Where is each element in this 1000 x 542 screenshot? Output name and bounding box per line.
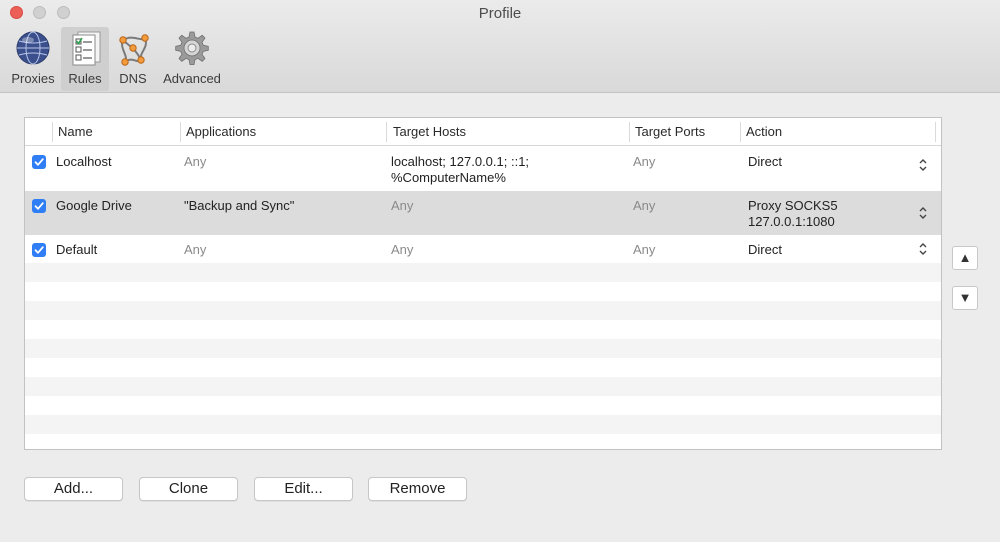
cell-applications: Any <box>184 154 207 169</box>
rules-table[interactable]: Name Applications Target Hosts Target Po… <box>24 117 942 450</box>
host-line: %ComputerName% <box>391 170 506 185</box>
column-header-applications[interactable]: Applications <box>186 124 256 139</box>
checklist-icon <box>72 31 101 66</box>
cell-action[interactable]: Direct <box>748 154 782 170</box>
empty-row <box>25 339 941 358</box>
table-row[interactable]: Localhost Any localhost; 127.0.0.1; ::1;… <box>25 147 941 191</box>
empty-row <box>25 320 941 339</box>
rule-enabled-checkbox[interactable] <box>32 155 46 169</box>
empty-row <box>25 263 941 282</box>
cell-target-ports: Any <box>633 198 656 213</box>
gear-icon <box>175 31 209 65</box>
column-header-target-hosts[interactable]: Target Hosts <box>393 124 466 139</box>
toolbar-tab-proxies[interactable]: Proxies <box>6 27 60 91</box>
cell-applications: Any <box>184 242 207 257</box>
cell-target-hosts: Any <box>391 198 414 213</box>
move-up-button[interactable]: ▲ <box>952 246 978 270</box>
column-separator[interactable] <box>740 122 741 142</box>
cell-target-ports: Any <box>633 154 656 169</box>
toolbar-label-dns: DNS <box>119 71 147 86</box>
rule-enabled-checkbox[interactable] <box>32 243 46 257</box>
column-separator[interactable] <box>935 122 936 142</box>
cell-name: Google Drive <box>56 198 132 213</box>
checkmark-icon <box>34 246 44 254</box>
move-down-button[interactable]: ▼ <box>952 286 978 310</box>
clone-button[interactable]: Clone <box>139 477 238 501</box>
checkmark-icon <box>34 158 44 166</box>
table-header: Name Applications Target Hosts Target Po… <box>25 118 941 146</box>
action-line: Proxy SOCKS5 <box>748 198 838 213</box>
toolbar-tab-advanced[interactable]: Advanced <box>158 27 226 91</box>
network-nodes-icon <box>119 34 149 66</box>
cell-target-hosts: localhost; 127.0.0.1; ::1; %ComputerName… <box>391 154 529 186</box>
toolbar-tab-rules[interactable]: Rules <box>61 27 109 91</box>
column-header-action[interactable]: Action <box>746 124 782 139</box>
empty-row <box>25 415 941 434</box>
toolbar-label-advanced: Advanced <box>163 71 221 86</box>
table-row[interactable]: Default Any Any Any Direct <box>25 235 941 263</box>
window-title: Profile <box>478 5 522 22</box>
chevron-updown-icon[interactable] <box>917 241 929 257</box>
column-separator[interactable] <box>386 122 387 142</box>
cell-name: Localhost <box>56 154 112 169</box>
empty-row <box>25 358 941 377</box>
checkmark-icon <box>34 202 44 210</box>
cell-target-ports: Any <box>633 242 656 257</box>
chevron-updown-icon[interactable] <box>917 157 929 173</box>
empty-row <box>25 434 941 449</box>
column-header-name[interactable]: Name <box>58 124 93 139</box>
empty-row <box>25 282 941 301</box>
remove-button[interactable]: Remove <box>368 477 467 501</box>
title-bar: Profile Proxies Rules DNS Advanced <box>0 0 1000 93</box>
column-separator[interactable] <box>629 122 630 142</box>
empty-row <box>25 301 941 320</box>
toolbar-label-proxies: Proxies <box>11 71 55 86</box>
cell-applications: "Backup and Sync" <box>184 198 295 213</box>
cell-action[interactable]: Proxy SOCKS5 127.0.0.1:1080 <box>748 198 838 230</box>
up-arrow-icon: ▲ <box>958 250 972 265</box>
profile-window: Profile Proxies Rules DNS Advanced Name … <box>0 0 1000 542</box>
down-arrow-icon: ▼ <box>958 290 972 305</box>
action-line: 127.0.0.1:1080 <box>748 214 835 229</box>
column-separator[interactable] <box>180 122 181 142</box>
toolbar-label-rules: Rules <box>68 71 102 86</box>
toolbar-tab-dns[interactable]: DNS <box>111 27 155 91</box>
column-separator[interactable] <box>52 122 53 142</box>
globe-icon <box>16 31 50 65</box>
host-line: localhost; 127.0.0.1; ::1; <box>391 154 530 169</box>
cell-action[interactable]: Direct <box>748 242 782 258</box>
rule-enabled-checkbox[interactable] <box>32 199 46 213</box>
empty-row <box>25 377 941 396</box>
table-row[interactable]: Google Drive "Backup and Sync" Any Any P… <box>25 191 941 235</box>
column-header-target-ports[interactable]: Target Ports <box>635 124 705 139</box>
cell-target-hosts: Any <box>391 242 414 257</box>
add-button[interactable]: Add... <box>24 477 123 501</box>
chevron-updown-icon[interactable] <box>917 205 929 221</box>
empty-row <box>25 396 941 415</box>
edit-button[interactable]: Edit... <box>254 477 353 501</box>
cell-name: Default <box>56 242 98 257</box>
